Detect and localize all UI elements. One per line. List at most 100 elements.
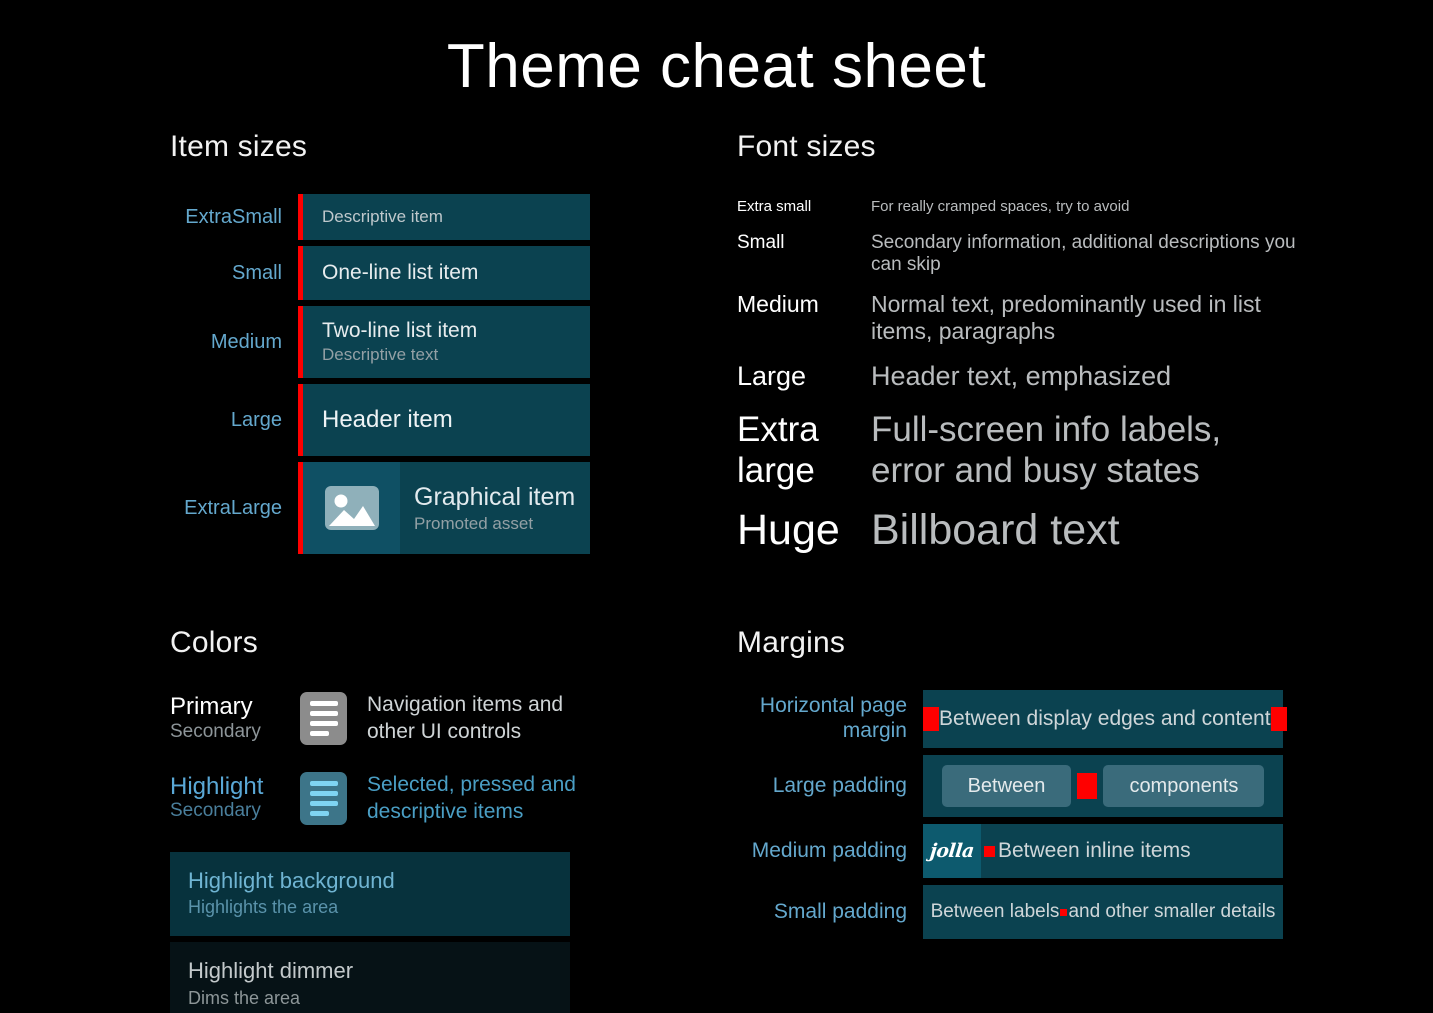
- list-icon-line: [309, 781, 338, 787]
- margin-row-small-padding: Small padding Between labels and other s…: [737, 885, 1297, 939]
- jolla-logo-icon: jolla: [923, 824, 981, 878]
- margin-text-small-padding-a: Between labels: [930, 901, 1060, 922]
- margin-label-large-padding: Large padding: [772, 773, 907, 797]
- font-row-medium: Medium Normal text, predominantly used i…: [737, 291, 1297, 345]
- list-icon: [300, 772, 347, 826]
- highlight-dimmer-title: Highlight dimmer: [188, 958, 354, 984]
- margin-text-small-padding-b: and other smaller details: [1068, 901, 1276, 922]
- item-box-small[interactable]: One-line list item: [298, 246, 590, 300]
- cheat-sheet-page: Theme cheat sheet Item sizes ExtraSmall …: [0, 0, 1433, 1013]
- font-desc-medium: Normal text, predominantly used in list …: [871, 290, 1261, 344]
- item-secondary-text: Descriptive text: [322, 345, 439, 364]
- item-box-body: Two-line list item Descriptive text: [303, 319, 477, 365]
- margin-box-small-padding: Between labels and other smaller details: [923, 885, 1283, 939]
- font-desc-small: Secondary information, additional descri…: [871, 231, 1296, 276]
- color-row-highlight: Highlight Secondary Selected, pressed an…: [170, 772, 590, 826]
- item-primary-text: Graphical item: [414, 482, 576, 511]
- item-label-large: Large: [230, 408, 282, 431]
- highlight-dimmer-block: Highlight dimmer Dims the area: [170, 942, 570, 1013]
- item-box-extrasmall[interactable]: Descriptive item: [298, 194, 590, 240]
- margin-label-small-padding: Small padding: [773, 899, 907, 923]
- graphic-pane: [303, 462, 400, 554]
- section-heading-colors: Colors: [170, 626, 258, 659]
- color-names-primary: Primary Secondary: [170, 693, 300, 743]
- font-sizes-section: Font sizes Extra small For really crampe…: [737, 130, 1297, 558]
- margin-text-medium-padding: Between inline items: [998, 839, 1191, 862]
- font-desc-large: Header text, emphasized: [871, 360, 1172, 391]
- font-name-extra-small: Extra small: [737, 198, 812, 215]
- font-name-medium: Medium: [737, 290, 819, 317]
- font-row-huge: Huge Billboard text: [737, 505, 1297, 556]
- margin-box-medium-padding: jolla Between inline items: [923, 824, 1283, 878]
- section-heading-item-sizes: Item sizes: [170, 130, 308, 163]
- font-row-large: Large Header text, emphasized: [737, 361, 1297, 393]
- color-desc-highlight: Selected, pressed and descriptive items: [367, 772, 576, 823]
- component-pill-left[interactable]: Between: [941, 765, 1072, 807]
- margin-marker-inline: [984, 845, 995, 857]
- highlight-background-title: Highlight background: [188, 867, 395, 893]
- margin-marker-between-components: [1077, 773, 1098, 799]
- margin-label-medium-padding: Medium padding: [751, 838, 907, 862]
- margin-row-horizontal-page-margin: Horizontal page margin Between display e…: [737, 690, 1297, 748]
- item-label-medium: Medium: [210, 330, 282, 353]
- list-icon-line: [309, 791, 338, 797]
- item-box-body: Header item: [303, 406, 453, 434]
- margin-row-large-padding: Large padding Between components: [737, 755, 1297, 817]
- item-label-small: Small: [231, 261, 282, 284]
- item-label-extrasmall: ExtraSmall: [185, 205, 282, 228]
- list-icon-line: [309, 731, 329, 737]
- font-name-extra-large: Extra large: [737, 409, 819, 490]
- margin-marker-label: [1060, 908, 1068, 916]
- font-desc-extra-large: Full-screen info labels, error and busy …: [871, 409, 1222, 490]
- margin-text-horizontal-page-margin: Between display edges and content: [939, 707, 1271, 730]
- list-icon-line: [309, 721, 338, 727]
- item-box-medium[interactable]: Two-line list item Descriptive text: [298, 306, 590, 378]
- margin-label-horizontal-page-margin: Horizontal page margin: [759, 694, 907, 742]
- item-row-large: Large Header item: [170, 384, 590, 456]
- font-row-small: Small Secondary information, additional …: [737, 232, 1297, 277]
- font-name-huge: Huge: [737, 506, 840, 555]
- font-row-extra-small: Extra small For really cramped spaces, t…: [737, 198, 1297, 216]
- item-row-extralarge: ExtraLarge Graphical item Promoted asset: [170, 462, 590, 554]
- item-box-body: Graphical item Promoted asset: [400, 483, 590, 534]
- font-desc-extra-small: For really cramped spaces, try to avoid: [871, 198, 1130, 215]
- list-icon: [300, 692, 347, 746]
- item-box-extralarge[interactable]: Graphical item Promoted asset: [298, 462, 590, 554]
- component-pill-right[interactable]: components: [1103, 765, 1265, 807]
- margins-section: Margins Horizontal page margin Between d…: [737, 626, 1297, 946]
- font-row-extra-large: Extra large Full-screen info labels, err…: [737, 409, 1297, 492]
- item-primary-text: One-line list item: [322, 261, 479, 284]
- margin-marker-left: [923, 707, 939, 731]
- colors-section: Colors Primary Secondary Navigation item…: [170, 626, 590, 1013]
- margin-marker-right: [1270, 707, 1287, 731]
- item-label-extralarge: ExtraLarge: [184, 496, 282, 519]
- item-sizes-section: Item sizes ExtraSmall Descriptive item S…: [170, 130, 590, 560]
- list-icon-line: [309, 811, 329, 817]
- color-subname-primary: Secondary: [170, 720, 261, 742]
- section-heading-margins: Margins: [737, 626, 846, 659]
- item-row-extrasmall: ExtraSmall Descriptive item: [170, 194, 590, 240]
- item-box-body: One-line list item: [303, 261, 478, 285]
- item-box-large[interactable]: Header item: [298, 384, 590, 456]
- margin-box-horizontal-page-margin: Between display edges and content: [923, 690, 1287, 748]
- item-box-body: Descriptive item: [303, 207, 443, 227]
- color-name-highlight: Highlight: [170, 773, 264, 801]
- font-name-large: Large: [737, 360, 807, 391]
- list-icon-line: [309, 701, 338, 707]
- item-primary-text: Header item: [322, 406, 453, 433]
- item-primary-text: Descriptive item: [322, 207, 443, 226]
- jolla-logo-text: jolla: [928, 840, 976, 862]
- color-name-primary: Primary: [170, 693, 253, 721]
- item-row-small: Small One-line list item: [170, 246, 590, 300]
- margin-box-large-padding: Between components: [923, 755, 1283, 817]
- list-icon-line: [309, 711, 338, 717]
- highlight-background-block: Highlight background Highlights the area: [170, 851, 570, 937]
- item-secondary-text: Promoted asset: [414, 513, 534, 533]
- colors-list: Primary Secondary Navigation items and o…: [170, 692, 590, 1013]
- page-title: Theme cheat sheet: [446, 32, 987, 101]
- highlight-dimmer-sub: Dims the area: [188, 987, 301, 1008]
- margins-list: Horizontal page margin Between display e…: [737, 690, 1297, 939]
- color-desc-primary: Navigation items and other UI controls: [367, 693, 564, 743]
- item-sizes-list: ExtraSmall Descriptive item Small One-li…: [170, 194, 590, 554]
- section-heading-font-sizes: Font sizes: [737, 130, 876, 163]
